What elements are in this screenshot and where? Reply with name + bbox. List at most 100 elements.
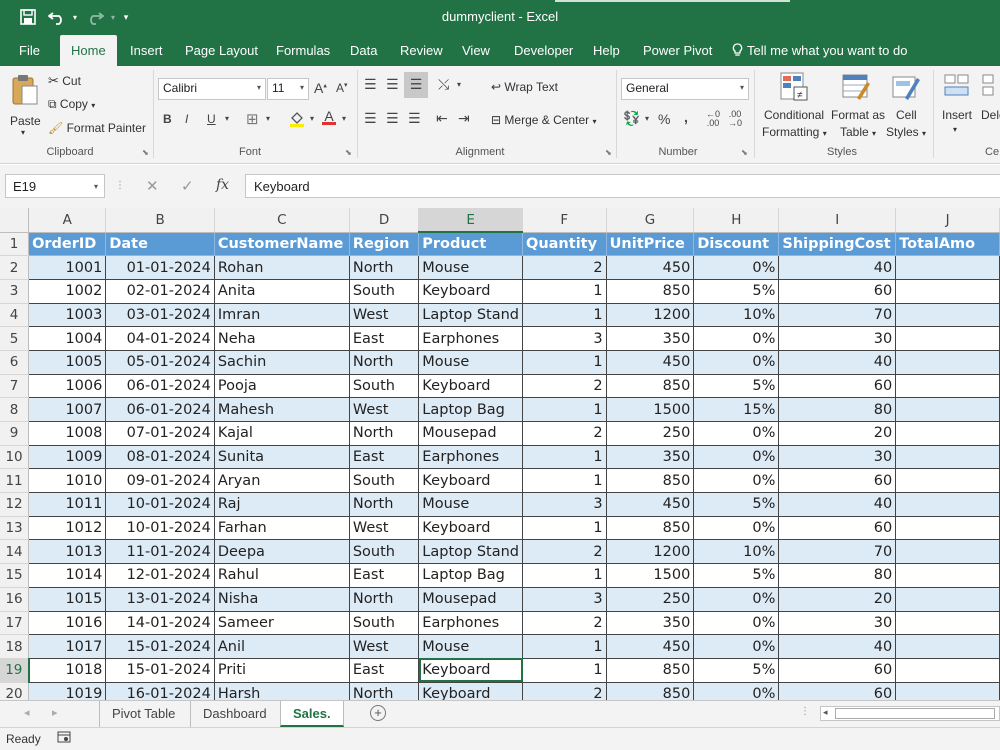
data-cell[interactable]: North bbox=[348, 255, 420, 280]
data-cell[interactable]: Keyboard bbox=[418, 515, 523, 541]
cancel-entry-icon[interactable]: ✕ bbox=[146, 177, 159, 195]
data-cell[interactable]: South bbox=[348, 468, 420, 494]
data-cell[interactable]: 60 bbox=[778, 278, 897, 304]
data-cell[interactable]: Earphones bbox=[418, 444, 523, 470]
data-cell[interactable]: 0% bbox=[693, 515, 780, 541]
data-cell[interactable]: Neha bbox=[213, 326, 350, 351]
data-cell[interactable]: Deepa bbox=[213, 539, 350, 565]
tab-insert[interactable]: Insert bbox=[130, 35, 163, 66]
wrap-text-button[interactable]: ↩ Wrap Text bbox=[491, 80, 558, 94]
align-bottom-icon[interactable]: ☰ bbox=[404, 72, 428, 98]
data-cell[interactable]: 1200 bbox=[605, 539, 695, 565]
data-cell[interactable]: 2 bbox=[522, 610, 607, 636]
data-cell[interactable]: Pooja bbox=[213, 373, 350, 399]
data-cell[interactable] bbox=[895, 421, 1000, 446]
column-header-j[interactable]: J bbox=[895, 208, 1000, 233]
row-header[interactable]: 4 bbox=[0, 303, 30, 328]
data-cell[interactable]: South bbox=[348, 610, 420, 636]
increase-indent-icon[interactable]: ⇥ bbox=[458, 110, 470, 127]
data-cell[interactable] bbox=[895, 586, 1000, 612]
data-cell[interactable]: 06-01-2024 bbox=[105, 397, 215, 422]
data-cell[interactable]: North bbox=[348, 421, 420, 446]
data-cell[interactable] bbox=[895, 255, 1000, 280]
data-cell[interactable]: Laptop Bag bbox=[418, 397, 523, 422]
active-cell[interactable]: Keyboard bbox=[418, 657, 523, 683]
data-cell[interactable]: 350 bbox=[605, 610, 695, 636]
fill-color-dropdown-icon[interactable]: ▾ bbox=[310, 114, 314, 123]
underline-button[interactable]: U bbox=[207, 112, 216, 126]
data-cell[interactable]: 1006 bbox=[28, 373, 107, 399]
data-cell[interactable]: 05-01-2024 bbox=[105, 349, 215, 375]
font-color-icon[interactable]: A bbox=[322, 108, 336, 125]
data-cell[interactable]: Keyboard bbox=[418, 468, 523, 494]
data-cell[interactable]: 350 bbox=[605, 444, 695, 470]
tab-formulas[interactable]: Formulas bbox=[276, 35, 330, 66]
data-cell[interactable]: West bbox=[348, 515, 420, 541]
data-cell[interactable]: 450 bbox=[605, 349, 695, 375]
row-header[interactable]: 6 bbox=[0, 350, 30, 375]
header-cell[interactable]: ShippingCost bbox=[778, 231, 897, 257]
data-cell[interactable]: 1010 bbox=[28, 468, 107, 494]
font-name-select[interactable]: Calibri ▾ bbox=[158, 78, 266, 100]
data-cell[interactable]: Raj bbox=[213, 492, 350, 517]
data-cell[interactable]: Sameer bbox=[213, 610, 350, 636]
formula-bar-options-icon[interactable]: ⋮ bbox=[115, 180, 125, 191]
data-cell[interactable]: North bbox=[348, 492, 420, 517]
data-cell[interactable]: 30 bbox=[778, 326, 897, 351]
data-cell[interactable]: South bbox=[348, 278, 420, 304]
format-as-table-button[interactable]: Format as Table ▾ bbox=[830, 70, 885, 142]
delete-cells-button[interactable]: Dele bbox=[978, 70, 1000, 142]
data-cell[interactable]: 0% bbox=[693, 610, 780, 636]
data-cell[interactable]: 1 bbox=[522, 349, 607, 375]
data-cell[interactable]: Nisha bbox=[213, 586, 350, 612]
data-cell[interactable]: Laptop Bag bbox=[418, 563, 523, 588]
sheet-tab-sales[interactable]: Sales. bbox=[280, 701, 344, 727]
data-cell[interactable]: West bbox=[348, 397, 420, 422]
data-cell[interactable]: 850 bbox=[605, 373, 695, 399]
tab-split-handle-icon[interactable]: ⋮ bbox=[800, 706, 810, 717]
data-cell[interactable]: 02-01-2024 bbox=[105, 278, 215, 304]
row-header[interactable]: 5 bbox=[0, 326, 30, 351]
row-header[interactable]: 8 bbox=[0, 397, 30, 422]
data-cell[interactable]: 10% bbox=[693, 539, 780, 565]
data-cell[interactable]: 10% bbox=[693, 302, 780, 328]
tab-review[interactable]: Review bbox=[400, 35, 443, 66]
header-cell[interactable]: Date bbox=[105, 231, 215, 257]
clipboard-dialog-launcher-icon[interactable]: ⬊ bbox=[142, 148, 149, 157]
align-left-icon[interactable]: ☰ bbox=[364, 110, 377, 127]
data-cell[interactable]: Aryan bbox=[213, 468, 350, 494]
data-cell[interactable]: West bbox=[348, 302, 420, 328]
data-cell[interactable] bbox=[895, 492, 1000, 517]
column-header-g[interactable]: G bbox=[606, 208, 695, 233]
increase-font-icon[interactable]: A▴ bbox=[314, 80, 327, 96]
data-cell[interactable]: 01-01-2024 bbox=[105, 255, 215, 280]
row-header[interactable]: 16 bbox=[0, 587, 30, 612]
header-cell[interactable]: Discount bbox=[693, 231, 780, 257]
data-cell[interactable]: 60 bbox=[778, 468, 897, 494]
data-cell[interactable]: South bbox=[348, 539, 420, 565]
percent-style-button[interactable]: % bbox=[658, 111, 670, 127]
data-cell[interactable]: 5% bbox=[693, 657, 780, 683]
data-cell[interactable]: 1014 bbox=[28, 563, 107, 588]
tab-developer[interactable]: Developer bbox=[514, 35, 573, 66]
tab-power-pivot[interactable]: Power Pivot bbox=[643, 35, 712, 66]
data-cell[interactable]: 250 bbox=[605, 586, 695, 612]
data-cell[interactable]: 0% bbox=[693, 255, 780, 280]
data-cell[interactable]: 40 bbox=[778, 255, 897, 280]
row-header[interactable]: 17 bbox=[0, 611, 30, 636]
orientation-icon[interactable]: ⤯ bbox=[438, 76, 449, 93]
data-cell[interactable]: West bbox=[348, 634, 420, 659]
alignment-dialog-launcher-icon[interactable]: ⬊ bbox=[605, 148, 612, 157]
data-cell[interactable]: Mouse bbox=[418, 349, 523, 375]
formula-input[interactable]: Keyboard bbox=[245, 174, 1000, 198]
data-cell[interactable]: Laptop Stand bbox=[418, 302, 523, 328]
data-cell[interactable]: 1 bbox=[522, 468, 607, 494]
macro-recording-icon[interactable] bbox=[57, 730, 71, 747]
cut-button[interactable]: ✂ Cut bbox=[48, 73, 81, 89]
data-cell[interactable]: East bbox=[348, 326, 420, 351]
merge-center-button[interactable]: ⊟ Merge & Center ▾ bbox=[491, 113, 596, 127]
data-cell[interactable]: 1 bbox=[522, 515, 607, 541]
align-center-icon[interactable]: ☰ bbox=[386, 110, 399, 127]
name-box[interactable]: E19 ▾ bbox=[5, 174, 105, 198]
data-cell[interactable]: 850 bbox=[605, 278, 695, 304]
